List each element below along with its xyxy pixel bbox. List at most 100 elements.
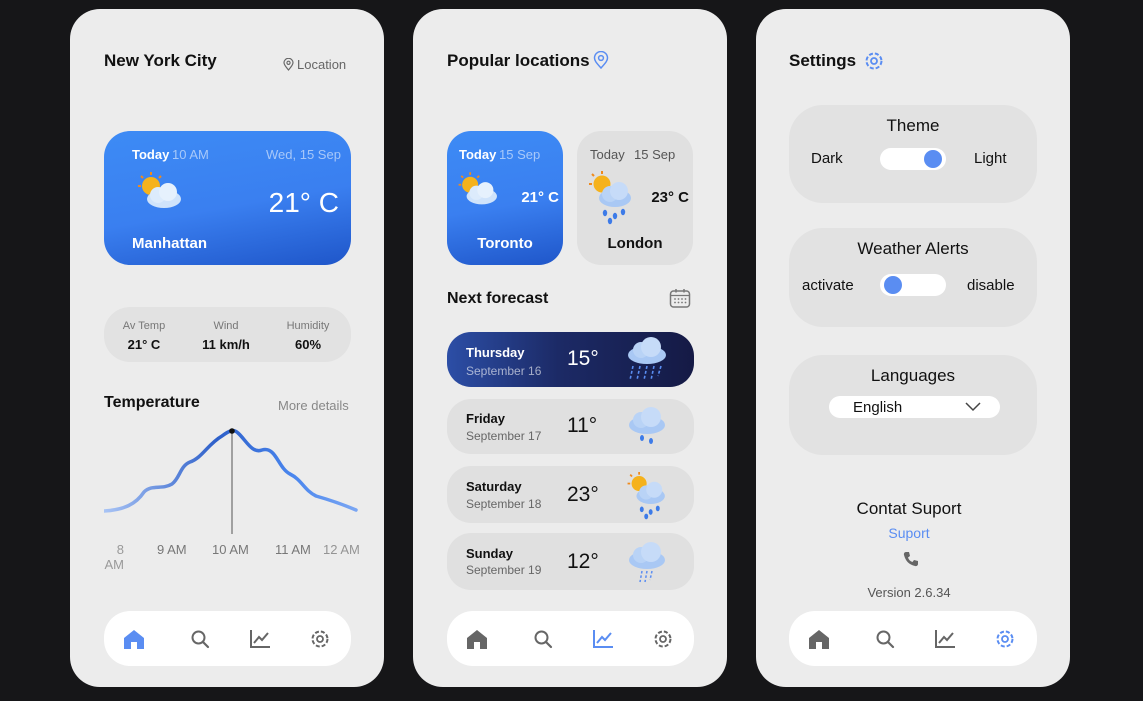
location-pin-icon xyxy=(283,58,294,71)
theme-toggle[interactable] xyxy=(880,148,946,170)
time-tick: 12 AM xyxy=(323,542,359,557)
chart-icon xyxy=(935,630,955,648)
stat-label: Wind xyxy=(213,320,239,332)
nav-settings-button[interactable] xyxy=(304,623,336,655)
bottom-nav xyxy=(104,611,351,666)
location-label: Location xyxy=(297,57,347,72)
nav-settings-button[interactable] xyxy=(989,623,1021,655)
temperature-title: Temperature xyxy=(104,394,200,411)
alerts-title: Weather Alerts xyxy=(857,239,969,258)
current-temp: 21° C xyxy=(268,187,339,218)
nav-search-button[interactable] xyxy=(869,623,901,655)
settings-screen: Settings Theme Dark Light Weather Alerts… xyxy=(756,9,1070,687)
time-tick: 8 AM xyxy=(104,542,125,572)
search-icon xyxy=(534,630,553,649)
sun-cloud-icon xyxy=(458,172,497,205)
forecast-row[interactable]: Saturday September 18 23° xyxy=(447,466,694,523)
next-forecast-title: Next forecast xyxy=(447,290,549,307)
nav-search-button[interactable] xyxy=(184,623,216,655)
alerts-activate-label: activate xyxy=(802,277,854,294)
search-icon xyxy=(191,630,210,649)
time-tick: 10 AM xyxy=(212,542,249,557)
gear-icon xyxy=(311,630,329,648)
forecast-row[interactable]: Thursday September 16 15° xyxy=(447,332,694,387)
forecast-row[interactable]: Friday September 17 11° xyxy=(447,399,694,454)
temperature-line-chart xyxy=(104,428,358,534)
place-name: Manhattan xyxy=(132,235,207,252)
locations-screen: Popular locations Today 15 Sep 21° C Tor… xyxy=(413,9,727,687)
gear-icon xyxy=(996,630,1014,648)
bottom-nav xyxy=(447,611,694,666)
card-city: London xyxy=(607,235,663,252)
date-label: 15 Sep xyxy=(499,147,541,162)
location-pin-icon xyxy=(593,51,609,69)
stat-label: Humidity xyxy=(286,320,330,332)
date-label: 15 Sep xyxy=(634,147,676,162)
storm-rain-icon xyxy=(628,337,666,381)
nav-home-button[interactable] xyxy=(461,623,493,655)
today-label: Today xyxy=(459,147,497,162)
chart-icon xyxy=(250,630,270,648)
nav-home-button[interactable] xyxy=(118,623,150,655)
card-city: Toronto xyxy=(477,235,533,252)
nav-stats-button[interactable] xyxy=(244,623,276,655)
home-icon xyxy=(809,630,829,649)
settings-title: Settings xyxy=(789,51,857,70)
home-screen: New York City Location Today 10 AM Wed, … xyxy=(70,9,384,687)
forecast-temp: 23° xyxy=(567,483,599,506)
rain-cloud-icon xyxy=(629,407,665,444)
stat-value: 60% xyxy=(294,337,322,352)
location-button[interactable]: Location xyxy=(283,57,346,72)
time-tick: 9 AM xyxy=(157,542,187,557)
bottom-nav xyxy=(789,611,1037,666)
toggle-knob xyxy=(884,276,902,294)
forecast-temp: 12° xyxy=(567,550,599,573)
chart-icon xyxy=(593,630,613,648)
card-temp: 21° C xyxy=(521,189,559,206)
location-card-london[interactable]: Today 15 Sep 23° C London xyxy=(577,131,693,265)
stats-panel: Av Temp 21° C Wind 11 km/h Humidity 60% xyxy=(104,307,351,362)
gear-icon xyxy=(865,52,883,70)
time-label: 10 AM xyxy=(172,147,209,162)
forecast-row[interactable]: Sunday September 19 12° xyxy=(447,533,694,590)
nav-home-button[interactable] xyxy=(803,623,835,655)
today-label: Today xyxy=(132,147,170,162)
more-details-link[interactable]: More details xyxy=(278,398,349,413)
sun-rain-icon xyxy=(627,472,665,520)
contact-support-title: Contat Suport xyxy=(856,499,962,518)
chevron-down-icon xyxy=(965,402,981,412)
drizzle-cloud-icon xyxy=(629,542,665,583)
languages-title: Languages xyxy=(870,366,956,385)
theme-light-label: Light xyxy=(974,150,1007,167)
sun-cloud-icon xyxy=(138,172,181,208)
city-title: New York City xyxy=(104,51,217,70)
phone-icon[interactable] xyxy=(903,551,919,567)
stat-value: 11 km/h xyxy=(202,337,250,352)
nav-stats-button[interactable] xyxy=(587,623,619,655)
date-label: Wed, 15 Sep xyxy=(266,147,341,162)
theme-panel: Theme Dark Light xyxy=(789,105,1037,203)
toggle-knob xyxy=(924,150,942,168)
gear-icon xyxy=(654,630,672,648)
calendar-icon[interactable] xyxy=(669,288,691,308)
nav-settings-button[interactable] xyxy=(647,623,679,655)
forecast-date: September 19 xyxy=(466,563,542,577)
language-select[interactable]: English xyxy=(829,396,1000,418)
card-temp: 23° C xyxy=(651,189,689,206)
languages-panel: Languages English xyxy=(789,355,1037,455)
nav-stats-button[interactable] xyxy=(929,623,961,655)
current-weather-card[interactable]: Today 10 AM Wed, 15 Sep 21° C Manhattan xyxy=(104,131,351,265)
popular-locations-title: Popular locations xyxy=(447,51,590,70)
location-card-toronto[interactable]: Today 15 Sep 21° C Toronto xyxy=(447,131,563,265)
alerts-toggle[interactable] xyxy=(880,274,946,296)
forecast-temp: 11° xyxy=(567,414,598,437)
stat-value: 21° C xyxy=(127,337,161,352)
forecast-date: September 18 xyxy=(466,497,542,511)
stat-label: Av Temp xyxy=(122,320,166,332)
forecast-day: Friday xyxy=(466,411,506,426)
forecast-day: Saturday xyxy=(466,479,522,494)
forecast-date: September 17 xyxy=(466,429,542,443)
nav-search-button[interactable] xyxy=(527,623,559,655)
home-icon xyxy=(467,630,487,649)
support-link[interactable]: Suport xyxy=(756,525,1062,541)
